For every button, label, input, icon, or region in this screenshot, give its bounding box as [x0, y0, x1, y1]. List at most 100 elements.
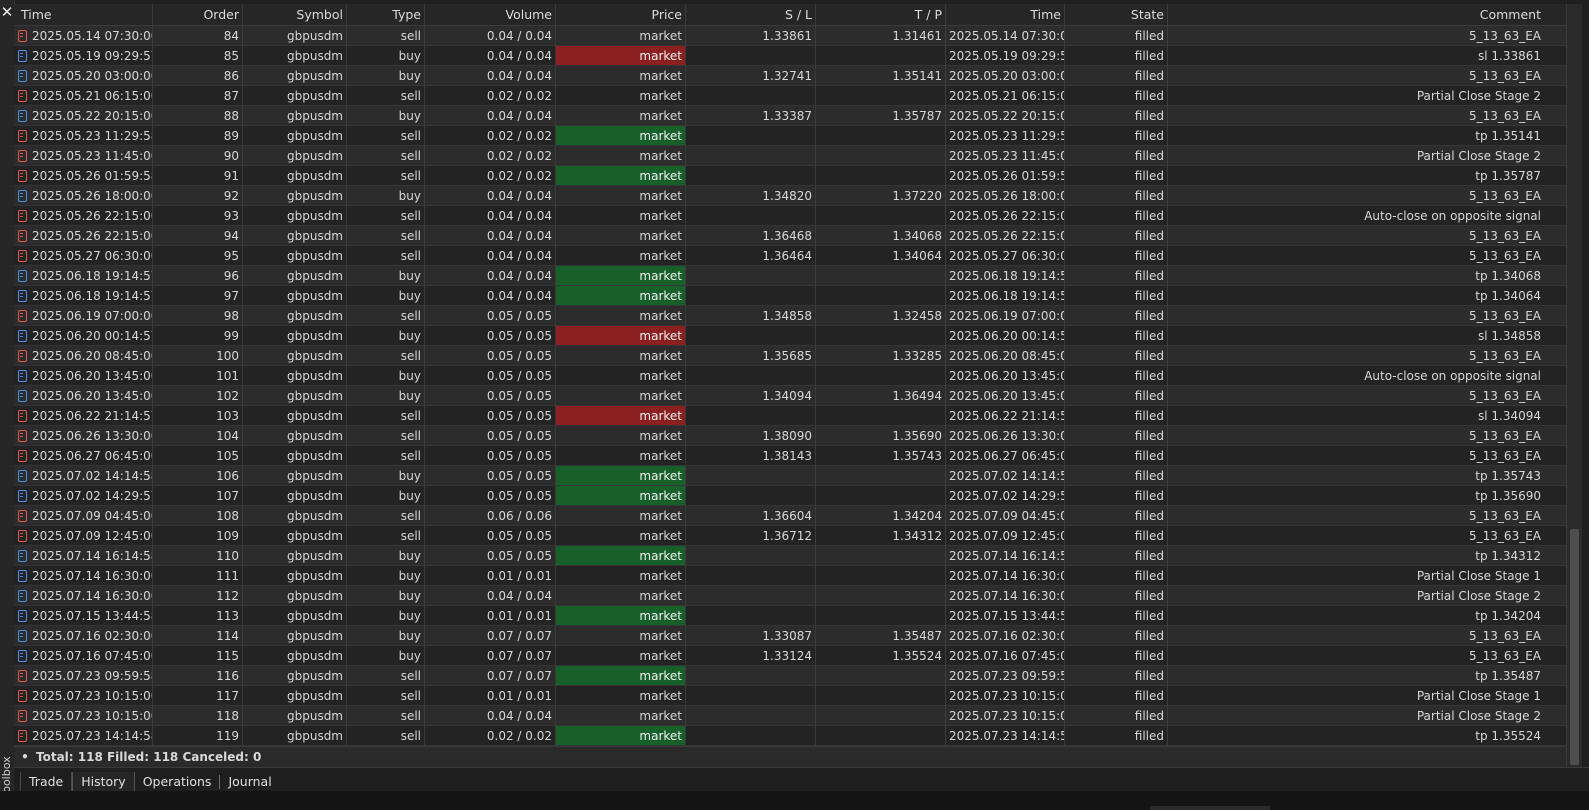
- volume-cell: 0.04 / 0.04: [425, 66, 556, 85]
- table-row[interactable]: 2025.07.16 07:45:00 115 gbpusdm buy 0.07 / 0…: [14, 646, 1566, 666]
- done-time-cell: 2025.05.23 11:29:58: [946, 126, 1065, 145]
- comment-cell: tp 1.35743: [1475, 469, 1541, 483]
- sl-cell: 1.34820: [686, 186, 816, 205]
- table-row[interactable]: 2025.06.20 13:45:00 102 gbpusdm buy 0.05 / 0…: [14, 386, 1566, 406]
- price-cell: market: [556, 546, 686, 565]
- tp-cell: [816, 206, 946, 225]
- table-row[interactable]: 2025.06.27 06:45:00 105 gbpusdm sell 0.05 / …: [14, 446, 1566, 466]
- comment-cell: 5_13_63_EA: [1469, 389, 1541, 403]
- table-row[interactable]: 2025.07.09 12:45:00 109 gbpusdm sell 0.05 / …: [14, 526, 1566, 546]
- comment-cell: tp 1.35524: [1475, 729, 1541, 743]
- type-cell: sell: [347, 86, 425, 105]
- type-cell: buy: [347, 466, 425, 485]
- table-row[interactable]: 2025.07.23 10:15:00 117 gbpusdm sell 0.01 / …: [14, 686, 1566, 706]
- col-header-price[interactable]: Price: [556, 4, 686, 25]
- order-cell: 85: [153, 46, 243, 65]
- table-row[interactable]: 2025.05.22 20:15:00 88 gbpusdm buy 0.04 / 0.…: [14, 106, 1566, 126]
- table-row[interactable]: 2025.07.14 16:14:58 110 gbpusdm buy 0.05 / 0…: [14, 546, 1566, 566]
- comment-cell: 5_13_63_EA: [1469, 449, 1541, 463]
- col-header-comment[interactable]: Comment: [1168, 4, 1544, 25]
- table-row[interactable]: 2025.06.22 21:14:57 103 gbpusdm sell 0.05 / …: [14, 406, 1566, 426]
- table-row[interactable]: 2025.06.18 19:14:57 97 gbpusdm buy 0.04 / 0.…: [14, 286, 1566, 306]
- order-cell: 119: [153, 726, 243, 745]
- table-row[interactable]: 2025.05.26 01:59:58 91 gbpusdm sell 0.02 / 0…: [14, 166, 1566, 186]
- table-row[interactable]: 2025.07.16 02:30:00 114 gbpusdm buy 0.07 / 0…: [14, 626, 1566, 646]
- col-header-type[interactable]: Type: [347, 4, 425, 25]
- table-row[interactable]: 2025.06.20 08:45:00 100 gbpusdm sell 0.05 / …: [14, 346, 1566, 366]
- table-row[interactable]: 2025.07.14 16:30:00 111 gbpusdm buy 0.01 / 0…: [14, 566, 1566, 586]
- time-text: 2025.05.26 22:15:00: [32, 228, 153, 243]
- table-row[interactable]: 2025.06.26 13:30:00 104 gbpusdm sell 0.05 / …: [14, 426, 1566, 446]
- col-header-time[interactable]: Time: [14, 4, 153, 25]
- table-row[interactable]: 2025.07.15 13:44:58 113 gbpusdm buy 0.01 / 0…: [14, 606, 1566, 626]
- col-header-volume[interactable]: Volume: [425, 4, 556, 25]
- time-cell: 2025.05.27 06:30:00: [14, 246, 153, 265]
- col-header-tp[interactable]: T / P: [816, 4, 946, 25]
- sell-order-icon: [18, 509, 27, 522]
- comment-cell: tp 1.34064: [1475, 289, 1541, 303]
- vertical-scrollbar[interactable]: [1566, 4, 1582, 767]
- table-row[interactable]: 2025.05.27 06:30:00 95 gbpusdm sell 0.04 / 0…: [14, 246, 1566, 266]
- scrollbar-thumb[interactable]: [1570, 529, 1579, 765]
- table-row[interactable]: 2025.07.02 14:29:57 107 gbpusdm buy 0.05 / 0…: [14, 486, 1566, 506]
- table-row[interactable]: 2025.07.23 09:59:58 116 gbpusdm sell 0.07 / …: [14, 666, 1566, 686]
- table-row[interactable]: 2025.05.26 22:15:00 93 gbpusdm sell 0.04 / 0…: [14, 206, 1566, 226]
- tab-trade[interactable]: Trade: [20, 772, 73, 792]
- sell-order-icon: [18, 169, 27, 182]
- comment-cell: 5_13_63_EA: [1469, 309, 1541, 323]
- comment-cell: Partial Close Stage 1: [1416, 569, 1541, 583]
- col-header-sl[interactable]: S / L: [686, 4, 816, 25]
- time-text: 2025.07.09 12:45:00: [32, 528, 153, 543]
- table-row[interactable]: 2025.05.21 06:15:00 87 gbpusdm sell 0.02 / 0…: [14, 86, 1566, 106]
- tp-cell: 1.34312: [816, 526, 946, 545]
- symbol-cell: gbpusdm: [243, 46, 347, 65]
- table-row[interactable]: 2025.06.19 07:00:00 98 gbpusdm sell 0.05 / 0…: [14, 306, 1566, 326]
- table-row[interactable]: 2025.07.14 16:30:00 112 gbpusdm buy 0.04 / 0…: [14, 586, 1566, 606]
- symbol-cell: gbpusdm: [243, 406, 347, 425]
- col-header-symbol[interactable]: Symbol: [243, 4, 347, 25]
- table-row[interactable]: 2025.07.23 14:14:58 119 gbpusdm sell 0.02 / …: [14, 726, 1566, 746]
- table-row[interactable]: 2025.05.20 03:00:00 86 gbpusdm buy 0.04 / 0.…: [14, 66, 1566, 86]
- table-row[interactable]: 2025.07.09 04:45:00 108 gbpusdm sell 0.06 / …: [14, 506, 1566, 526]
- col-header-order[interactable]: Order: [153, 4, 243, 25]
- sl-cell: 1.38090: [686, 426, 816, 445]
- buy-order-icon: [18, 489, 27, 502]
- table-row[interactable]: 2025.05.23 11:45:00 90 gbpusdm sell 0.02 / 0…: [14, 146, 1566, 166]
- col-header-state[interactable]: State: [1065, 4, 1168, 25]
- table-row[interactable]: 2025.06.20 00:14:57 99 gbpusdm buy 0.05 / 0.…: [14, 326, 1566, 346]
- done-time-cell: 2025.05.14 07:30:00: [946, 26, 1065, 45]
- table-row[interactable]: 2025.07.02 14:14:58 106 gbpusdm buy 0.05 / 0…: [14, 466, 1566, 486]
- comment-cell: 5_13_63_EA: [1469, 189, 1541, 203]
- volume-cell: 0.04 / 0.04: [425, 206, 556, 225]
- close-icon[interactable]: ✕: [0, 4, 14, 20]
- order-cell: 100: [153, 346, 243, 365]
- volume-cell: 0.05 / 0.05: [425, 326, 556, 345]
- tab-journal[interactable]: Journal: [220, 772, 279, 792]
- table-row[interactable]: 2025.05.14 07:30:00 84 gbpusdm sell 0.04 / 0…: [14, 26, 1566, 46]
- table-row[interactable]: 2025.07.23 10:15:00 118 gbpusdm sell 0.04 / …: [14, 706, 1566, 726]
- tab-history[interactable]: History: [72, 772, 135, 792]
- time-cell: 2025.07.23 09:59:58: [14, 666, 153, 685]
- tp-cell: [816, 726, 946, 745]
- comment-cell: tp 1.34312: [1475, 549, 1541, 563]
- table-row[interactable]: 2025.05.19 09:29:57 85 gbpusdm buy 0.04 / 0.…: [14, 46, 1566, 66]
- volume-cell: 0.01 / 0.01: [425, 566, 556, 585]
- table-row[interactable]: 2025.05.23 11:29:58 89 gbpusdm sell 0.02 / 0…: [14, 126, 1566, 146]
- col-header-time-done[interactable]: Time: [946, 4, 1065, 25]
- time-cell: 2025.07.14 16:14:58: [14, 546, 153, 565]
- table-row[interactable]: 2025.06.20 13:45:00 101 gbpusdm buy 0.05 / 0…: [14, 366, 1566, 386]
- tp-cell: [816, 366, 946, 385]
- comment-cell: 5_13_63_EA: [1469, 109, 1541, 123]
- order-cell: 116: [153, 666, 243, 685]
- order-cell: 89: [153, 126, 243, 145]
- table-row[interactable]: 2025.05.26 22:15:00 94 gbpusdm sell 0.04 / 0…: [14, 226, 1566, 246]
- symbol-cell: gbpusdm: [243, 726, 347, 745]
- volume-cell: 0.06 / 0.06: [425, 506, 556, 525]
- table-row[interactable]: 2025.06.18 19:14:57 96 gbpusdm buy 0.04 / 0.…: [14, 266, 1566, 286]
- tp-cell: 1.36494: [816, 386, 946, 405]
- tab-operations[interactable]: Operations: [135, 772, 220, 792]
- summary-row: • Total: 118 Filled: 118 Canceled: 0: [14, 746, 1566, 767]
- state-cell: filled: [1065, 46, 1168, 65]
- table-row[interactable]: 2025.05.26 18:00:00 92 gbpusdm buy 0.04 / 0.…: [14, 186, 1566, 206]
- type-cell: buy: [347, 386, 425, 405]
